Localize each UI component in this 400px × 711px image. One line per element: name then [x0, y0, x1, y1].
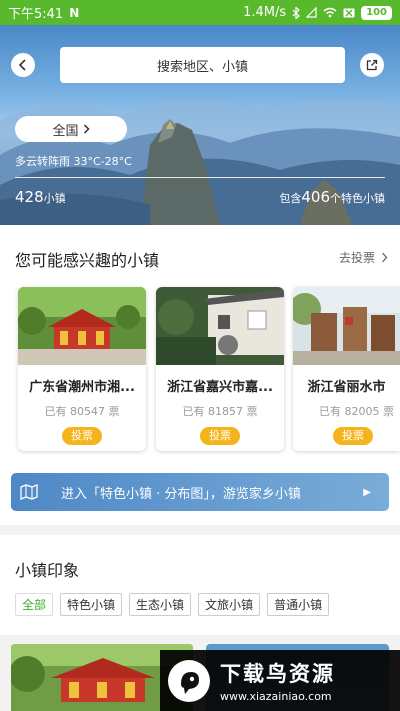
town-name: 浙江省丽水市 — [307, 380, 386, 395]
impressions-title: 小镇印象 — [15, 561, 80, 580]
watermark-title: 下载鸟资源 — [220, 662, 335, 686]
network-speed: 1.4M/s — [243, 5, 287, 20]
region-selector[interactable]: 全国 — [15, 116, 127, 142]
town-name: 浙江省嘉兴市嘉... — [167, 380, 273, 395]
notification-icon: N — [69, 5, 80, 20]
town-photo — [156, 287, 284, 365]
town-home-page: 下午5:41 N 1.4M/s 100 搜索地区、小镇 全国 多云转阵雨 33°… — [0, 0, 400, 711]
town-card[interactable]: 浙江省嘉兴市嘉... 已有 81857 票 投票 — [156, 287, 284, 451]
vote-button[interactable]: 投票 — [62, 427, 102, 445]
watermark-logo-icon — [168, 659, 210, 702]
weather-info: 多云转阵雨 33°C-28°C — [15, 155, 132, 168]
go-vote-label: 去投票 — [338, 251, 375, 265]
town-photo — [18, 287, 146, 365]
map-banner-text: 进入「特色小镇 · 分布图」，游览家乡小镇 — [61, 486, 301, 502]
town-count-unit: 小镇 — [43, 192, 66, 205]
search-placeholder: 搜索地区、小镇 — [156, 59, 248, 75]
bluetooth-icon — [292, 6, 301, 19]
town-votes: 已有 82005 票 — [319, 405, 394, 418]
wifi-icon — [323, 7, 337, 18]
back-button[interactable] — [11, 53, 35, 77]
battery-level: 100 — [361, 5, 392, 20]
town-card[interactable]: 浙江省丽水市 已有 82005 票 投票 — [293, 287, 400, 451]
share-icon — [366, 59, 378, 71]
interest-section: 您可能感兴趣的小镇 去投票 广东省潮州市湘... 已有 80547 票 投票 浙… — [0, 225, 400, 525]
tab-all[interactable]: 全部 — [15, 593, 54, 616]
special-town-count: 包含406个特色小镇 — [279, 188, 385, 206]
watermark-url: www.xiazainiao.com — [220, 690, 332, 703]
go-vote-link[interactable]: 去投票 — [339, 249, 388, 266]
tab-ecological[interactable]: 生态小镇 — [129, 593, 192, 616]
town-votes: 已有 81857 票 — [182, 405, 258, 418]
region-label: 全国 — [52, 123, 79, 139]
watermark: 下载鸟资源 www.xiazainiao.com — [160, 650, 400, 711]
chevron-left-icon — [18, 59, 26, 71]
play-arrow-icon: ▶ — [363, 486, 371, 498]
hero-divider — [15, 177, 385, 178]
town-votes: 已有 80547 票 — [44, 405, 120, 418]
town-card[interactable]: 广东省潮州市湘... 已有 80547 票 投票 — [18, 287, 146, 451]
interest-title: 您可能感兴趣的小镇 — [15, 251, 160, 270]
town-photo — [293, 287, 400, 365]
status-time: 下午5:41 — [8, 7, 64, 22]
vote-button[interactable]: 投票 — [333, 427, 373, 445]
map-icon — [11, 483, 47, 501]
vote-button[interactable]: 投票 — [200, 427, 240, 445]
town-name: 广东省潮州市湘... — [29, 380, 135, 395]
tab-ordinary[interactable]: 普通小镇 — [267, 593, 330, 616]
special-count-prefix: 包含 — [279, 192, 302, 205]
sim-x-icon — [343, 8, 355, 17]
chevron-right-icon — [382, 252, 388, 263]
status-bar: 下午5:41 N 1.4M/s 100 — [0, 0, 400, 25]
special-count-suffix: 个特色小镇 — [330, 192, 385, 205]
chevron-right-icon — [83, 124, 90, 134]
tab-cultural-tourism[interactable]: 文旅小镇 — [198, 593, 261, 616]
town-count-number: 428 — [15, 188, 44, 206]
tab-featured[interactable]: 特色小镇 — [60, 593, 123, 616]
share-button[interactable] — [360, 53, 384, 77]
signal-muted-icon — [306, 7, 317, 18]
town-count: 428小镇 — [15, 188, 66, 206]
hero-banner: 搜索地区、小镇 全国 多云转阵雨 33°C-28°C 428小镇 包含406个特… — [0, 25, 400, 225]
special-count-number: 406 — [301, 188, 330, 206]
distribution-map-banner[interactable]: 进入「特色小镇 · 分布图」，游览家乡小镇 ▶ — [11, 473, 389, 511]
category-tabs: 全部 特色小镇 生态小镇 文旅小镇 普通小镇 — [15, 593, 330, 616]
search-input[interactable]: 搜索地区、小镇 — [60, 47, 345, 83]
